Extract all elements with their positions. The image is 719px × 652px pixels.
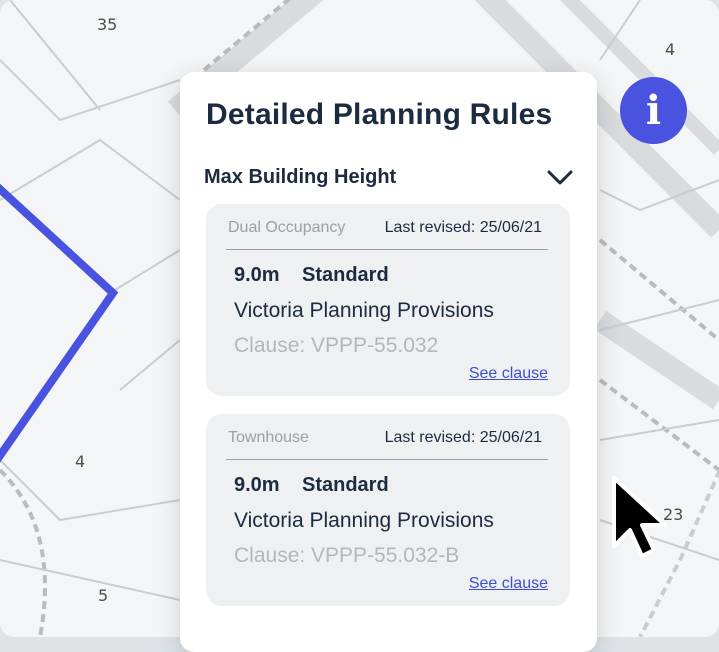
mouse-pointer-icon xyxy=(612,476,667,558)
last-revised-date: Last revised: 25/06/21 xyxy=(384,429,542,446)
parcel-number-label: 35 xyxy=(97,15,118,34)
panel-title: Detailed Planning Rules xyxy=(206,98,553,131)
height-value: 9.0m xyxy=(234,264,280,286)
planning-provisions: Victoria Planning Provisions xyxy=(234,509,494,532)
dwelling-type: Dual Occupancy xyxy=(228,219,346,236)
info-icon: i xyxy=(645,87,662,134)
clause-reference: Clause: VPPP-55.032-B xyxy=(234,544,460,567)
info-button[interactable]: i xyxy=(620,77,687,144)
card-divider xyxy=(226,459,548,460)
planning-provisions: Victoria Planning Provisions xyxy=(234,299,494,322)
selected-lot-boundary xyxy=(0,183,119,463)
max-building-height-toggle[interactable]: Max Building Height xyxy=(204,164,574,194)
height-standard: Standard xyxy=(302,474,389,496)
card-divider xyxy=(226,249,548,250)
chevron-down-icon[interactable] xyxy=(546,168,574,188)
section-title: Max Building Height xyxy=(204,166,397,188)
height-value: 9.0m xyxy=(234,474,280,496)
dwelling-type: Townhouse xyxy=(228,429,309,446)
rule-card: Townhouse Last revised: 25/06/21 9.0m St… xyxy=(206,414,570,606)
parcel-number-label: 4 xyxy=(75,452,86,471)
see-clause-link[interactable]: See clause xyxy=(469,575,548,593)
planning-rules-panel: Detailed Planning Rules Max Building Hei… xyxy=(180,72,597,652)
rule-card: Dual Occupancy Last revised: 25/06/21 9.… xyxy=(206,204,570,396)
parcel-number-label: 5 xyxy=(98,586,109,605)
height-standard: Standard xyxy=(302,264,389,286)
see-clause-link[interactable]: See clause xyxy=(469,365,548,383)
parcel-number-label: 4 xyxy=(665,40,676,59)
clause-reference: Clause: VPPP-55.032 xyxy=(234,334,439,357)
last-revised-date: Last revised: 25/06/21 xyxy=(384,219,542,236)
